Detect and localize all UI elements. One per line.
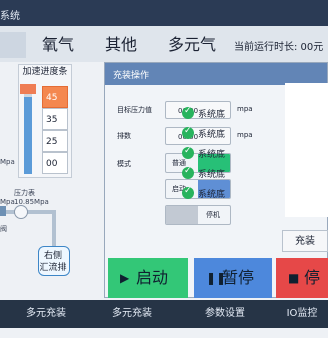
progress-fill (24, 97, 32, 174)
tab-multi-gas[interactable]: 多元气 (160, 32, 224, 58)
check-icon (182, 146, 194, 159)
nav-item-parameters[interactable]: 参数设置 (190, 300, 260, 328)
progress-level-option[interactable]: 35 (42, 108, 68, 130)
fill-button[interactable]: 充装 (282, 230, 328, 252)
nav-item-multi-fill[interactable]: 多元充装 (6, 300, 86, 328)
check-icon (182, 126, 194, 139)
tab-oxygen[interactable]: 氧气 (36, 32, 80, 58)
tank-label: 右侧 汇流排 (38, 250, 68, 274)
runtime-label: 当前运行时长: 00元 (234, 42, 324, 53)
pressure-gauge-label: 压力表 (14, 189, 35, 197)
valve-label: 阀 (0, 225, 7, 233)
target-pressure-label: 目标压力值 (117, 106, 152, 114)
status-item-text: 系统底 (198, 130, 226, 140)
pipe-vertical (52, 210, 56, 246)
dialog-header: 充装操作 (105, 63, 327, 85)
window-title: 系统 (0, 11, 20, 22)
check-icon (182, 166, 194, 179)
status-item-text: 系统底 (198, 150, 226, 160)
bottom-nav: 多元充装 多元充装 参数设置 IO监控 (0, 300, 328, 328)
valve-icon[interactable] (0, 206, 6, 216)
target-pressure-unit: mpa (237, 105, 253, 113)
tank-label-line2: 汇流排 (39, 263, 67, 273)
stop-icon: ■ (288, 271, 300, 285)
pressure-unit-label: Mpa (0, 158, 15, 166)
progress-level-option[interactable]: 00 (42, 152, 68, 174)
stop-toggle[interactable]: 停机 (165, 205, 231, 225)
top-bar: 系统 (0, 0, 328, 26)
start-button[interactable]: ▶ 启动 (108, 258, 188, 298)
progress-level-option[interactable]: 45 (42, 86, 68, 108)
pipe-horizontal (0, 210, 56, 214)
check-icon (182, 186, 194, 199)
gauge-icon (14, 205, 28, 219)
stop-button[interactable]: ■ 停止 (276, 258, 328, 327)
progress-title: 加速进度条 (22, 67, 68, 77)
status-item-text: 系统底 (198, 190, 226, 200)
status-panel (285, 83, 328, 217)
check-icon (182, 106, 194, 119)
pressure-unit-label: Mpa (0, 198, 15, 206)
progress-handle[interactable] (20, 84, 36, 94)
stop-toggle-label: 停机 (206, 211, 220, 219)
dialog-title: 充装操作 (113, 71, 150, 81)
stop-toggle-indicator (166, 206, 198, 224)
play-icon: ▶ (120, 271, 130, 285)
nav-item-multi-fill-2[interactable]: 多元充装 (92, 300, 172, 328)
pause-button-label: 暂停 (222, 268, 255, 287)
exhaust-label: 排数 (117, 132, 131, 140)
tab-row: 氧气 其他 多元气 当前运行时长: 00元 (0, 26, 328, 62)
tank-label-line1: 右侧 (43, 251, 62, 261)
tab-other[interactable]: 其他 (98, 32, 144, 58)
status-item-text: 系统底 (198, 110, 226, 120)
status-item-text: 系统底 (198, 170, 226, 180)
pause-button[interactable]: ❚❚ 暂停 (194, 258, 272, 298)
exhaust-unit: mpa (237, 131, 253, 139)
progress-level-option[interactable]: 25 (42, 130, 68, 152)
start-button-label: 启动 (136, 268, 169, 287)
nav-item-io-monitor[interactable]: IO监控 (276, 300, 328, 328)
tab-first[interactable] (0, 32, 26, 58)
mode-label: 模式 (117, 160, 131, 168)
